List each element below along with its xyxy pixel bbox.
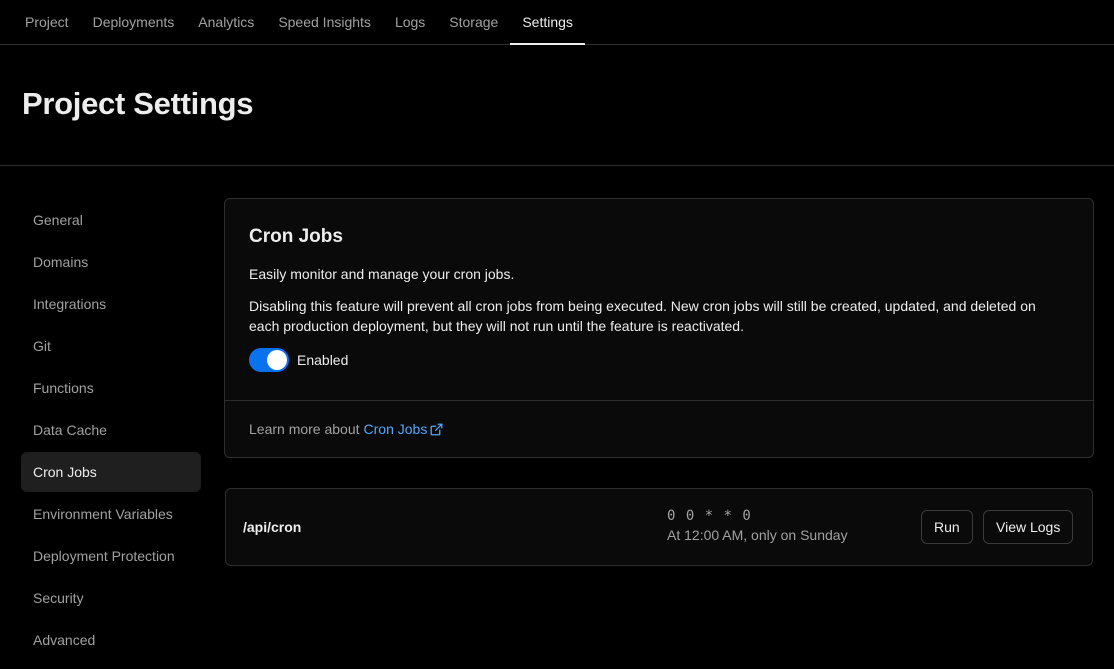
cron-schedule-description: At 12:00 AM, only on Sunday <box>667 527 848 543</box>
run-button[interactable]: Run <box>921 510 973 544</box>
learn-more-text: Learn more about <box>249 421 360 437</box>
cron-jobs-description: Easily monitor and manage your cron jobs… <box>249 266 515 282</box>
sidebar-item-domains[interactable]: Domains <box>21 242 201 282</box>
cron-jobs-note: Disabling this feature will prevent all … <box>249 298 1036 334</box>
sidebar-item-data-cache[interactable]: Data Cache <box>21 410 201 450</box>
cron-job-row: /api/cron 0 0 * * 0 At 12:00 AM, only on… <box>225 488 1093 566</box>
sidebar-item-security[interactable]: Security <box>21 578 201 618</box>
sidebar-item-cron-jobs[interactable]: Cron Jobs <box>21 452 201 492</box>
tab-project[interactable]: Project <box>13 0 81 44</box>
cron-job-path: /api/cron <box>243 519 302 535</box>
cron-jobs-card-footer: Learn more about Cron Jobs <box>225 401 1093 457</box>
sidebar-item-environment-variables[interactable]: Environment Variables <box>21 494 201 534</box>
sidebar-item-deployment-protection[interactable]: Deployment Protection <box>21 536 201 576</box>
enable-cron-toggle[interactable] <box>249 348 289 372</box>
cron-jobs-card: Cron Jobs Easily monitor and manage your… <box>224 198 1094 458</box>
cron-expression: 0 0 * * 0 <box>667 508 752 524</box>
tab-settings[interactable]: Settings <box>510 0 585 45</box>
sidebar-item-advanced[interactable]: Advanced <box>21 620 201 660</box>
enable-toggle-row: Enabled <box>249 348 1069 372</box>
page-title: Project Settings <box>22 86 254 121</box>
sidebar-item-git[interactable]: Git <box>21 326 201 366</box>
cron-jobs-title: Cron Jobs <box>249 226 343 247</box>
toggle-label: Enabled <box>297 352 349 368</box>
toggle-knob <box>267 350 287 370</box>
tab-logs[interactable]: Logs <box>383 0 437 44</box>
page-header: Project Settings <box>0 45 1114 166</box>
tab-analytics[interactable]: Analytics <box>186 0 266 44</box>
sidebar-item-functions[interactable]: Functions <box>21 368 201 408</box>
cron-jobs-card-body: Cron Jobs Easily monitor and manage your… <box>225 199 1093 401</box>
tab-storage[interactable]: Storage <box>437 0 510 44</box>
view-logs-button[interactable]: View Logs <box>983 510 1074 544</box>
cron-jobs-link-label: Cron Jobs <box>363 421 428 437</box>
tab-speed-insights[interactable]: Speed Insights <box>266 0 383 44</box>
settings-sidebar: General Domains Integrations Git Functio… <box>21 200 201 662</box>
sidebar-item-integrations[interactable]: Integrations <box>21 284 201 324</box>
cron-job-schedule: 0 0 * * 0 At 12:00 AM, only on Sunday <box>667 508 848 543</box>
external-link-icon <box>430 423 443 435</box>
tab-deployments[interactable]: Deployments <box>81 0 187 44</box>
cron-jobs-docs-link[interactable]: Cron Jobs <box>364 421 444 437</box>
sidebar-item-general[interactable]: General <box>21 200 201 240</box>
settings-body: General Domains Integrations Git Functio… <box>0 166 1114 668</box>
top-navigation: Project Deployments Analytics Speed Insi… <box>0 0 1114 45</box>
